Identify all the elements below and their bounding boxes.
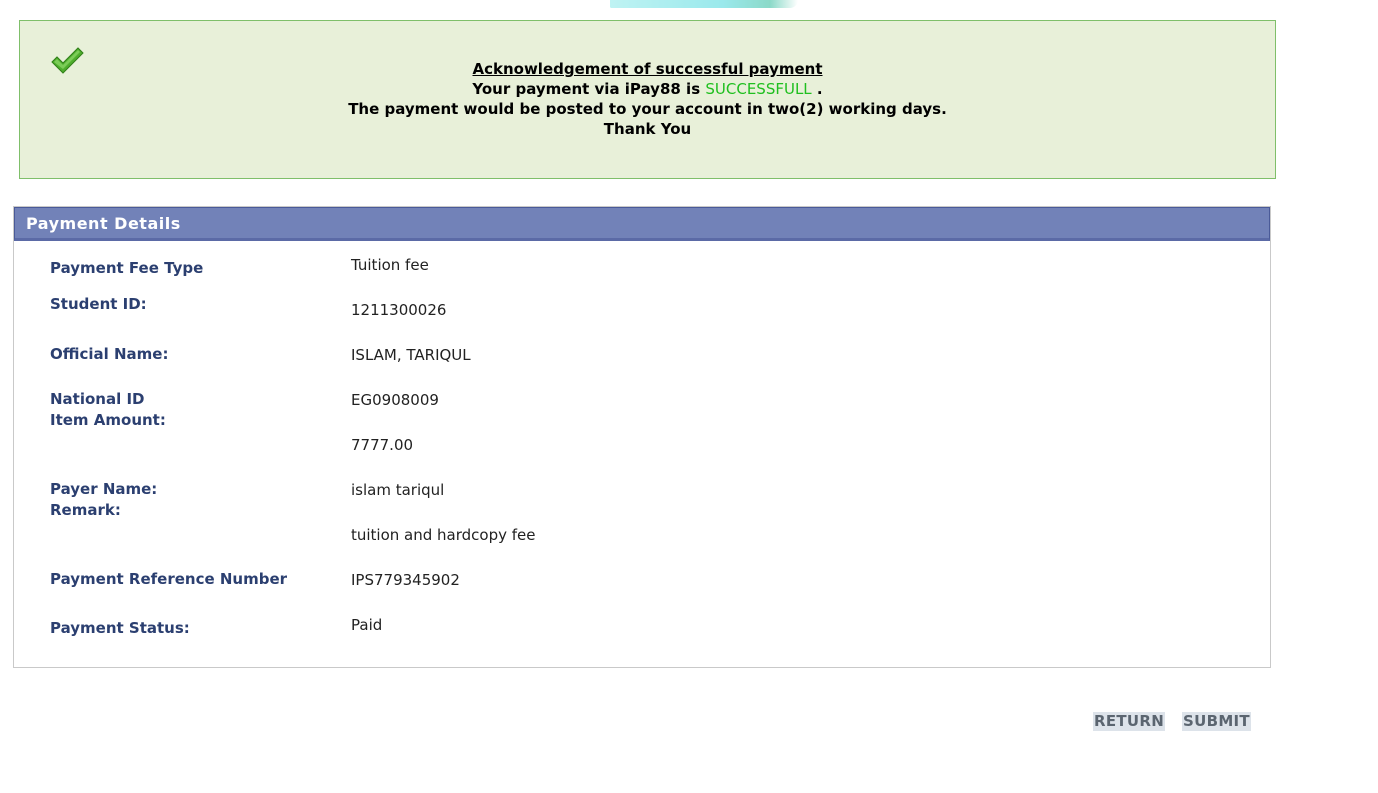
- label-fee-type: Payment Fee Type: [50, 259, 204, 277]
- acknowledgement-message: Acknowledgement of successful payment Yo…: [20, 59, 1275, 139]
- value-item-amount: 7777.00: [351, 436, 414, 454]
- value-payment-status: Paid: [351, 616, 383, 634]
- payment-details-panel: Payment Details Payment Fee Type Tuition…: [13, 206, 1271, 668]
- value-payment-reference: IPS779345902: [351, 571, 460, 589]
- success-status-word: SUCCESSFULL: [705, 80, 812, 98]
- submit-button[interactable]: SUBMIT: [1182, 712, 1251, 731]
- label-payer-name: Payer Name:: [50, 480, 158, 498]
- payment-details-header: Payment Details: [14, 207, 1270, 241]
- status-line-suffix: .: [816, 80, 823, 98]
- label-item-amount: Item Amount:: [50, 411, 166, 429]
- value-national-id: EG0908009: [351, 391, 439, 409]
- payment-details-title: Payment Details: [26, 214, 181, 233]
- acknowledgement-box: Acknowledgement of successful payment Yo…: [19, 20, 1276, 179]
- thank-you-text: Thank You: [603, 120, 692, 138]
- label-official-name: Official Name:: [50, 345, 169, 363]
- return-button[interactable]: RETURN: [1093, 712, 1166, 731]
- label-payment-reference: Payment Reference Number: [50, 570, 288, 588]
- value-student-id: 1211300026: [351, 301, 447, 319]
- value-remark: tuition and hardcopy fee: [351, 526, 536, 544]
- logo-fragment: [610, 0, 798, 8]
- value-official-name: ISLAM, TARIQUL: [351, 346, 471, 364]
- status-line-prefix: Your payment via iPay88 is: [472, 80, 701, 98]
- value-payer-name: islam tariqul: [351, 481, 445, 499]
- acknowledgement-title: Acknowledgement of successful payment: [472, 60, 823, 78]
- value-fee-type: Tuition fee: [351, 256, 429, 274]
- label-student-id: Student ID:: [50, 295, 147, 313]
- posting-notice: The payment would be posted to your acco…: [348, 100, 947, 118]
- label-national-id: National ID: [50, 390, 145, 408]
- acknowledgement-status-line: Your payment via iPay88 is SUCCESSFULL .: [20, 79, 1275, 99]
- label-remark: Remark:: [50, 501, 121, 519]
- label-payment-status: Payment Status:: [50, 619, 190, 637]
